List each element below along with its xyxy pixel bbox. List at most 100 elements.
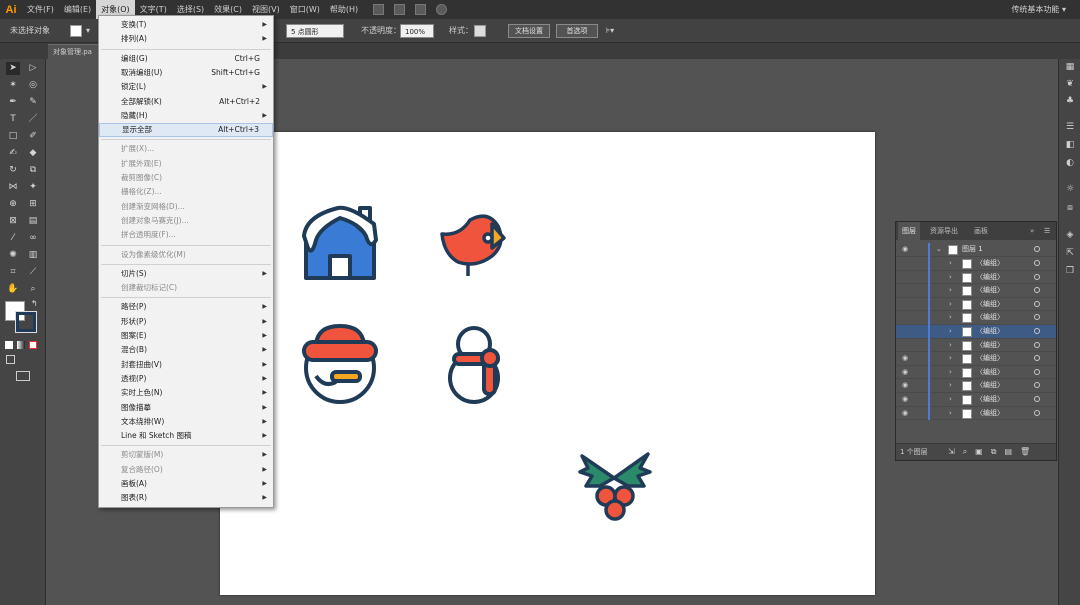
stroke-panel-icon[interactable]: ☰ [1064, 121, 1076, 133]
object-menu-item[interactable]: 画板(A) ▶ [99, 477, 273, 491]
chevron-right-icon[interactable]: › [949, 352, 952, 365]
rotate-tool-icon[interactable]: ↻ [6, 164, 20, 177]
scale-tool-icon[interactable]: ⧉ [26, 164, 40, 177]
menu-item-1[interactable]: 编辑(E) [59, 0, 96, 19]
chevron-right-icon[interactable]: › [949, 284, 952, 297]
align-icon[interactable]: ⊧▾ [606, 19, 614, 43]
gradient-mode-icon[interactable] [17, 341, 25, 349]
object-menu-item[interactable]: 图表(R) ▶ [99, 491, 273, 505]
collapse-icon[interactable]: » [1030, 222, 1034, 240]
object-menu-item[interactable]: 图像描摹 ▶ [99, 401, 273, 415]
snowman-hat-icon[interactable] [302, 324, 378, 404]
sublayer-name[interactable]: 〈编组〉 [976, 284, 1004, 298]
brushes-icon[interactable]: ❦ [1064, 78, 1076, 90]
color-mode-icon[interactable] [5, 341, 13, 349]
sublayer-row[interactable]: ◉ › 〈编组〉 [896, 406, 1056, 421]
target-icon[interactable] [1034, 287, 1040, 294]
sublayer-name[interactable]: 〈编组〉 [976, 271, 1004, 285]
sublayer-row[interactable]: › 〈编组〉 [896, 311, 1056, 325]
target-icon[interactable] [1034, 328, 1040, 334]
panel-menu-icon[interactable]: ☰ [1044, 222, 1050, 240]
slice-tool-icon[interactable]: ⟋ [26, 266, 40, 279]
arrange-docs-icon[interactable] [415, 4, 427, 15]
object-menu-item[interactable]: 创建渐变网格(D)... [99, 200, 273, 214]
target-icon[interactable] [1034, 314, 1040, 321]
object-menu-item[interactable]: 路径(P) ▶ [99, 300, 273, 314]
eyedropper-tool-icon[interactable]: ⁄ [6, 232, 20, 245]
document-setup-button[interactable]: 文档设置 [508, 24, 550, 38]
eye-icon[interactable]: ◉ [902, 244, 910, 254]
footer-action-icons[interactable]: ⇲⌕▣⧉▤🗑 [948, 447, 1038, 457]
stock-icon[interactable] [394, 4, 406, 15]
target-icon[interactable] [1034, 382, 1040, 389]
width-tool-icon[interactable]: ⋈ [6, 181, 20, 194]
column-graph-tool-icon[interactable]: ▥ [26, 249, 40, 262]
object-menu-item[interactable]: 透视(P) ▶ [99, 372, 273, 386]
target-icon[interactable] [1034, 355, 1040, 362]
sublayer-row[interactable]: › 〈编组〉 [896, 325, 1056, 339]
gradient-tool-icon[interactable]: ▤ [26, 215, 40, 228]
object-menu-item[interactable]: 显示全部 Alt+Ctrl+3 [99, 123, 273, 138]
menu-item-0[interactable]: 文件(F) [22, 0, 59, 19]
symbols-icon[interactable]: ♣ [1064, 95, 1076, 107]
document-tab[interactable]: 对象管理.pa [48, 44, 100, 59]
sublayer-name[interactable]: 〈编组〉 [976, 339, 1004, 353]
zoom-tool-icon[interactable]: ⌕ [26, 283, 40, 296]
object-menu-item[interactable]: 封套扭曲(V) ▶ [99, 358, 273, 372]
target-icon[interactable] [1034, 409, 1040, 416]
chevron-right-icon[interactable]: › [949, 325, 952, 338]
chevron-down-icon[interactable]: ▾ [86, 19, 90, 43]
object-menu-item[interactable]: 取消编组(U) Shift+Ctrl+G [99, 66, 273, 80]
target-icon[interactable] [1034, 273, 1040, 280]
sublayer-name[interactable]: 〈编组〉 [976, 352, 1004, 366]
line-tool-icon[interactable]: ／ [26, 113, 40, 126]
draw-mode-icon[interactable] [6, 355, 15, 364]
target-icon[interactable] [1034, 341, 1040, 348]
hand-tool-icon[interactable]: ✋ [6, 283, 20, 296]
eye-icon[interactable]: ◉ [902, 380, 910, 390]
puppet-warp-tool-icon[interactable]: ✦ [26, 181, 40, 194]
chevron-right-icon[interactable]: › [949, 366, 952, 379]
symbol-sprayer-tool-icon[interactable]: ✺ [6, 249, 20, 262]
object-menu-item[interactable]: 全部解锁(K) Alt+Ctrl+2 [99, 95, 273, 109]
selection-tool-icon[interactable]: ➤ [6, 62, 20, 75]
object-menu-item[interactable]: 混合(B) ▶ [99, 343, 273, 357]
eye-icon[interactable]: ◉ [902, 353, 910, 363]
blend-tool-icon[interactable]: ∞ [26, 232, 40, 245]
menu-item-7[interactable]: 窗口(W) [285, 0, 325, 19]
sublayer-name[interactable]: 〈编组〉 [976, 311, 1004, 325]
object-menu-item[interactable]: 扩展(X)... [99, 142, 273, 156]
bird-icon[interactable] [440, 214, 506, 276]
layer-row[interactable]: ◉ ⌄ 图层 1 [896, 243, 1056, 257]
object-menu-item[interactable]: 编组(G) Ctrl+G [99, 52, 273, 66]
chevron-right-icon[interactable]: › [949, 407, 952, 420]
sublayer-row[interactable]: ◉ › 〈编组〉 [896, 365, 1056, 380]
sublayer-name[interactable]: 〈编组〉 [976, 407, 1004, 421]
stroke-profile-select[interactable]: 5 点圆形 [286, 24, 344, 38]
lasso-tool-icon[interactable]: ◎ [26, 79, 40, 92]
swap-colors-icon[interactable]: ↰ [31, 299, 38, 308]
object-menu-item[interactable]: 裁剪图像(C) [99, 171, 273, 185]
object-menu-item[interactable]: 排列(A) ▶ [99, 32, 273, 46]
eye-icon[interactable]: ◉ [902, 394, 910, 404]
object-menu-item[interactable]: 创建对象马赛克(J)... [99, 214, 273, 228]
workspace-switcher[interactable]: 传统基本功能 ▾ [1011, 0, 1066, 19]
chevron-right-icon[interactable]: › [949, 393, 952, 406]
eraser-tool-icon[interactable]: ◆ [26, 147, 40, 160]
object-menu-item[interactable]: 图案(E) ▶ [99, 329, 273, 343]
object-menu-item[interactable]: 切片(S) ▶ [99, 267, 273, 281]
sublayer-name[interactable]: 〈编组〉 [976, 393, 1004, 407]
pen-tool-icon[interactable]: ✒ [6, 96, 20, 109]
tab-asset-export[interactable]: 资源导出 [930, 222, 958, 240]
layer-name[interactable]: 图层 1 [962, 243, 983, 257]
sublayer-name[interactable]: 〈编组〉 [976, 257, 1004, 271]
object-menu-item[interactable]: 设为像素级优化(M) [99, 248, 273, 262]
shape-builder-tool-icon[interactable]: ⊕ [6, 198, 20, 211]
house-icon[interactable] [302, 205, 378, 280]
gradient-panel-icon[interactable]: ◧ [1064, 139, 1076, 151]
artboard-tool-icon[interactable]: ⌗ [6, 266, 20, 279]
object-menu-item[interactable]: 变换(T) ▶ [99, 18, 273, 32]
eye-icon[interactable]: ◉ [902, 408, 910, 418]
asset-export-icon[interactable]: ⇱ [1064, 247, 1076, 259]
layers-icon[interactable]: ◈ [1064, 229, 1076, 241]
